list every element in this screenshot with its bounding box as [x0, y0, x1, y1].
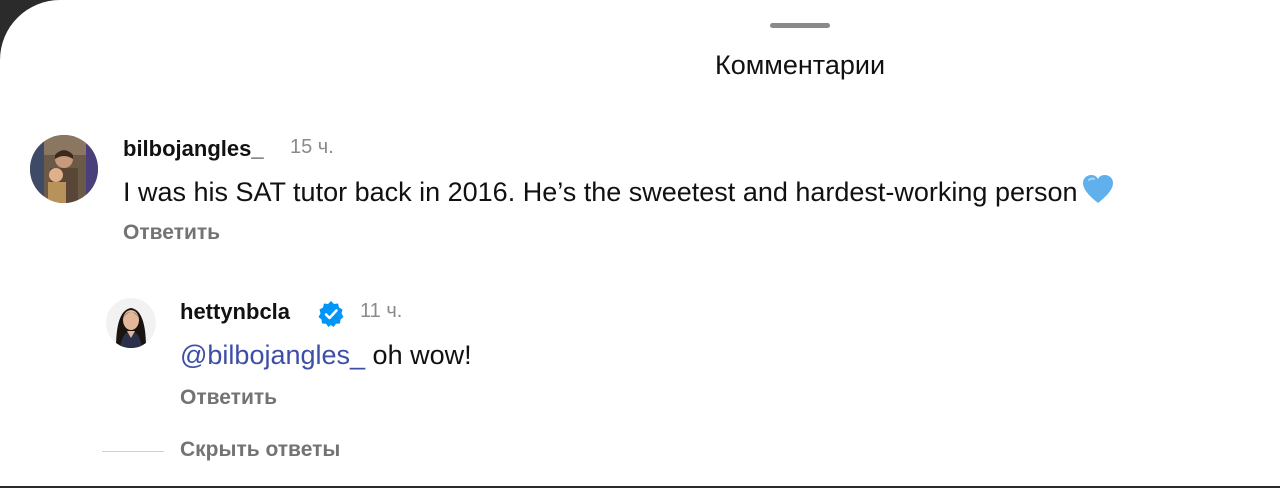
comments-sheet: Комментарии bilbojangles_ 15 ч. I was hi… — [0, 0, 1280, 486]
avatar[interactable] — [106, 298, 156, 348]
drag-handle[interactable] — [770, 23, 830, 28]
mention-link[interactable]: @bilbojangles_ — [180, 340, 365, 370]
hide-replies-button[interactable]: Скрыть ответы — [180, 438, 340, 462]
comment-text: I was his SAT tutor back in 2016. He’s t… — [123, 174, 1114, 211]
verified-badge-icon — [317, 300, 345, 328]
comment-body: oh wow! — [365, 340, 472, 370]
comment-timestamp: 15 ч. — [290, 136, 334, 158]
comment-username[interactable]: bilbojangles_ — [123, 136, 264, 162]
reply-button[interactable]: Ответить — [123, 221, 220, 245]
avatar[interactable] — [30, 135, 98, 203]
divider — [102, 451, 164, 452]
reply-button[interactable]: Ответить — [180, 386, 277, 410]
comment-username[interactable]: hettynbcla — [180, 299, 290, 325]
comment-text: @bilbojangles_ oh wow! — [180, 340, 472, 371]
blue-heart-icon — [1082, 174, 1114, 211]
comment-timestamp: 11 ч. — [360, 300, 403, 322]
comment-body: I was his SAT tutor back in 2016. He’s t… — [123, 177, 1078, 207]
sheet-title: Комментарии — [714, 50, 886, 80]
